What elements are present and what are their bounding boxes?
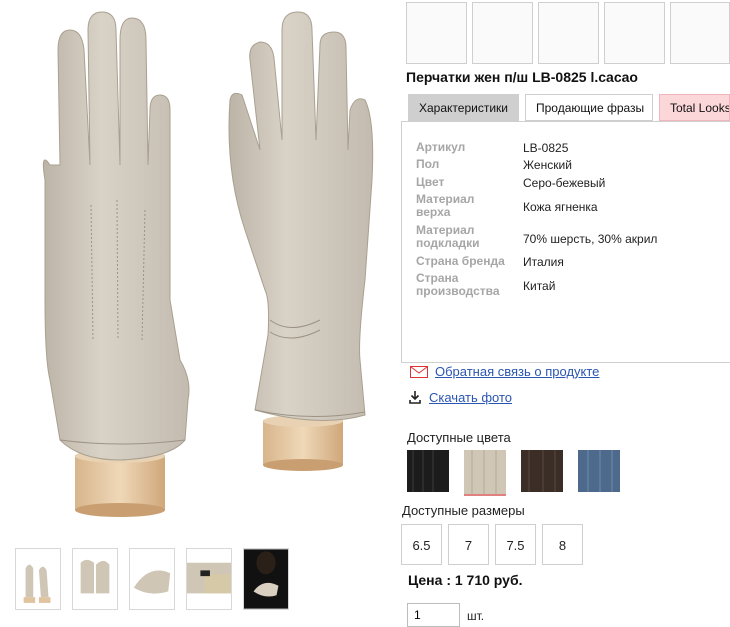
spec-label: Материал подкладки [416,223,480,250]
spec-value: Серо-бежевый [523,176,606,190]
product-thumbnail[interactable] [129,548,175,610]
spec-value: Кожа ягненка [523,200,598,214]
quantity-unit: шт. [467,609,485,623]
spec-label: Пол [416,157,440,171]
color-swatch-black[interactable] [407,450,449,492]
top-thumbnail[interactable] [604,2,665,64]
size-option[interactable]: 8 [542,524,583,565]
top-thumbnail[interactable] [406,2,467,64]
spec-value: 70% шерсть, 30% акрил [523,232,658,246]
size-option[interactable]: 7.5 [495,524,536,565]
price: Цена : 1 710 руб. [408,572,523,588]
tab-total-looks[interactable]: Total Looks [659,94,730,121]
color-swatch-beige[interactable] [464,450,506,496]
product-main-image[interactable] [20,0,400,530]
color-swatch-brown[interactable] [521,450,563,492]
spec-value: LB-0825 [523,141,569,155]
download-icon [409,391,421,407]
product-thumbnail[interactable] [243,548,289,610]
tab-selling-phrases[interactable]: Продающие фразы [525,94,653,121]
top-thumbnail[interactable] [538,2,599,64]
tab-characteristics[interactable]: Характеристики [408,94,519,121]
spec-value: Китай [523,279,556,293]
spec-value: Женский [523,158,572,172]
spec-label: Цвет [416,175,445,189]
sizes-label: Доступные размеры [402,503,525,518]
feedback-link[interactable]: Обратная связь о продукте [435,364,599,379]
product-thumbnail[interactable] [186,548,232,610]
top-thumbnail[interactable] [670,2,730,64]
spec-label: Страна производства [416,271,500,298]
product-thumbnail[interactable] [72,548,118,610]
spec-label: Материал верха [416,192,475,219]
download-photo-link[interactable]: Скачать фото [429,390,512,405]
spec-label: Страна бренда [416,254,505,268]
color-swatch-blue[interactable] [578,450,620,492]
size-option[interactable]: 7 [448,524,489,565]
colors-label: Доступные цвета [407,430,511,445]
size-option[interactable]: 6.5 [401,524,442,565]
specs-panel: Артикул LB-0825 Пол Женский Цвет Серо-бе… [401,121,730,363]
spec-label: Артикул [416,140,466,154]
envelope-icon [410,366,428,381]
product-title: Перчатки жен п/ш LB-0825 l.cacao [406,69,638,85]
quantity-input[interactable] [407,603,460,627]
product-thumbnail[interactable] [15,548,61,610]
spec-value: Италия [523,255,564,269]
top-thumbnail[interactable] [472,2,533,64]
